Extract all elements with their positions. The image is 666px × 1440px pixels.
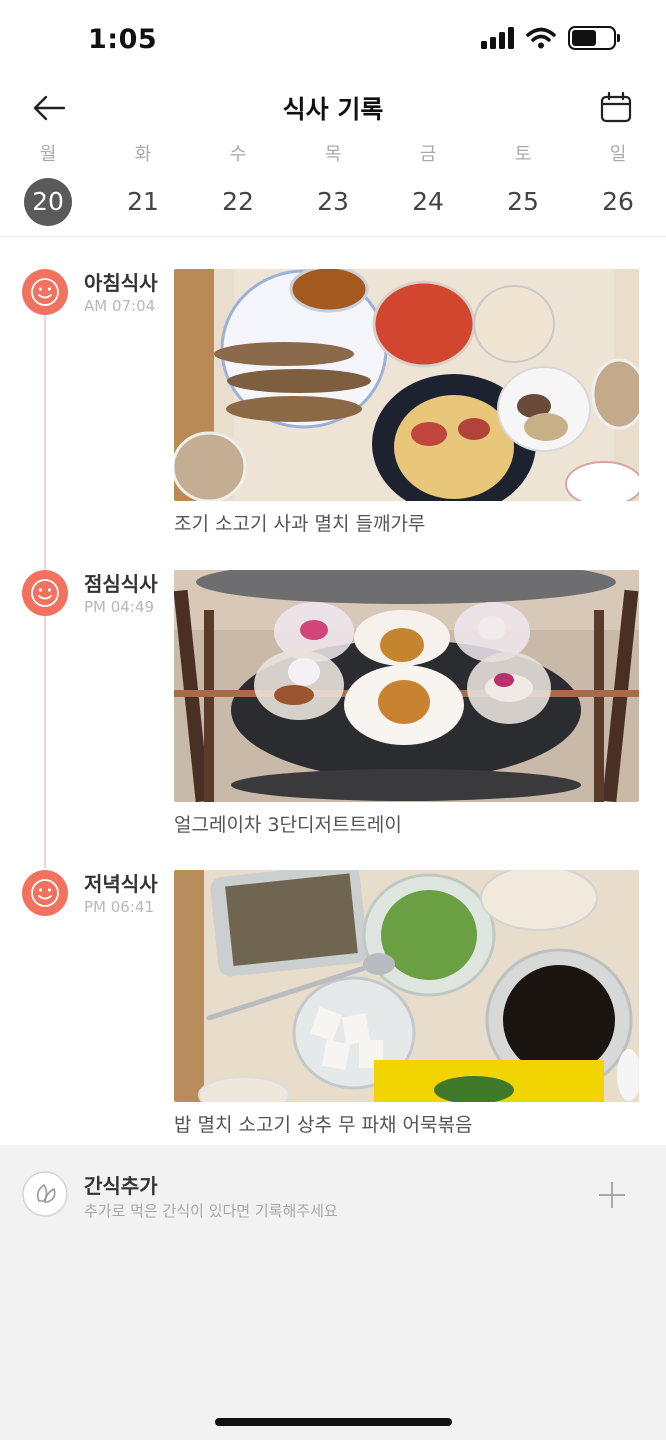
day-number: 20 — [24, 178, 72, 226]
day-of-week-label: 목 — [324, 144, 342, 165]
calendar-button[interactable] — [596, 88, 636, 128]
leaf-icon — [22, 1171, 68, 1217]
day-number: 22 — [222, 187, 254, 216]
status-icons — [481, 26, 620, 50]
page-title: 식사 기록 — [282, 95, 384, 124]
meal-description: 밥 멸치 소고기 상추 무 파채 어묵볶음 — [174, 1114, 473, 1136]
meal-photo[interactable] — [174, 269, 639, 501]
meal-log-screen: 1:05 식사 기록 월 20 화 21 수 22 목 23 금 24 토 25… — [0, 0, 666, 1440]
meal-time: AM 07:04 — [84, 297, 156, 315]
day-sunday[interactable]: 일 26 — [588, 140, 648, 226]
status-time: 1:05 — [88, 24, 158, 55]
meal-title: 아침식사 — [84, 271, 158, 295]
smile-face-icon — [22, 570, 68, 616]
battery-icon — [568, 26, 620, 50]
meal-photo[interactable] — [174, 870, 639, 1102]
snack-subtitle: 추가로 먹은 간식이 있다면 기록해주세요 — [84, 1202, 338, 1220]
meal-time: PM 04:49 — [84, 598, 154, 616]
day-of-week-label: 토 — [514, 144, 532, 165]
day-tuesday[interactable]: 화 21 — [113, 140, 173, 226]
smile-face-icon — [22, 870, 68, 916]
day-number: 23 — [317, 187, 349, 216]
day-saturday[interactable]: 토 25 — [493, 140, 553, 226]
snack-title: 간식추가 — [84, 1174, 158, 1198]
day-of-week-label: 화 — [134, 144, 152, 165]
day-thursday[interactable]: 목 23 — [303, 140, 363, 226]
meal-title: 점심식사 — [84, 572, 158, 596]
plus-icon[interactable] — [596, 1179, 628, 1211]
day-number: 25 — [507, 187, 539, 216]
add-snack-row[interactable]: 간식추가 추가로 먹은 간식이 있다면 기록해주세요 — [0, 1145, 666, 1245]
home-indicator[interactable] — [215, 1418, 452, 1426]
day-number: 26 — [602, 187, 634, 216]
smile-face-icon — [22, 269, 68, 315]
day-number: 21 — [127, 187, 159, 216]
week-selector: 월 20 화 21 수 22 목 23 금 24 토 25 일 26 — [0, 140, 666, 236]
day-of-week-label: 일 — [609, 144, 627, 165]
calendar-icon — [600, 91, 632, 123]
day-of-week-label: 수 — [229, 144, 247, 165]
meal-entry-breakfast: 아침식사 AM 07:04 조기 소고기 사과 멸치 들깨가루 — [0, 269, 666, 559]
day-wednesday[interactable]: 수 22 — [208, 140, 268, 226]
meal-entry-lunch: 점심식사 PM 04:49 얼그레이차 3단디저트트레이 — [0, 570, 666, 860]
day-of-week-label: 월 — [39, 144, 57, 165]
meal-photo[interactable] — [174, 570, 639, 802]
day-friday[interactable]: 금 24 — [398, 140, 458, 226]
week-divider — [0, 236, 666, 237]
day-of-week-label: 금 — [419, 144, 437, 165]
meal-entry-dinner: 저녁식사 PM 06:41 밥 멸치 소고기 상추 무 파채 어묵볶음 — [0, 870, 666, 1160]
wifi-icon — [526, 27, 556, 49]
meal-description: 조기 소고기 사과 멸치 들깨가루 — [174, 513, 426, 535]
cellular-signal-icon — [481, 27, 514, 49]
day-number: 24 — [412, 187, 444, 216]
meal-description: 얼그레이차 3단디저트트레이 — [174, 814, 402, 836]
day-monday[interactable]: 월 20 — [18, 140, 78, 226]
meal-time: PM 06:41 — [84, 898, 154, 916]
meal-title: 저녁식사 — [84, 872, 158, 896]
